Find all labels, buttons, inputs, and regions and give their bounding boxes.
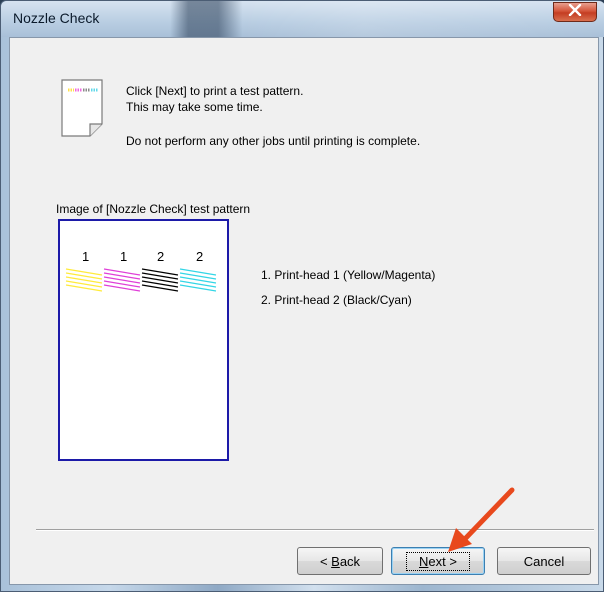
test-pattern-label: Image of [Nozzle Check] test pattern [56, 202, 251, 216]
back-button-label: < Back [319, 553, 361, 569]
close-button[interactable] [553, 2, 597, 22]
instruction-line-2: This may take some time. [126, 100, 263, 114]
yellow-pattern [65, 268, 103, 292]
window-title: Nozzle Check [13, 10, 100, 26]
instruction-line-1: Click [Next] to print a test pattern. [126, 84, 304, 98]
back-button[interactable]: < Back [297, 547, 383, 575]
black-pattern [141, 268, 179, 292]
legend-item-head-2: 2. Print-head 2 (Black/Cyan) [261, 293, 412, 307]
title-bar[interactable]: Nozzle Check [1, 1, 604, 37]
printed-page-icon [58, 78, 106, 143]
magenta-pattern [103, 268, 141, 292]
test-pattern-preview: 1 1 2 2 [58, 219, 229, 461]
instruction-line-3: Do not perform any other jobs until prin… [126, 134, 421, 148]
legend-item-head-1: 1. Print-head 1 (Yellow/Magenta) [261, 268, 436, 282]
red-arrow-annotation [440, 486, 524, 559]
cyan-pattern [179, 268, 217, 292]
nozzle-pattern-lines [65, 268, 217, 292]
close-icon [568, 3, 582, 21]
